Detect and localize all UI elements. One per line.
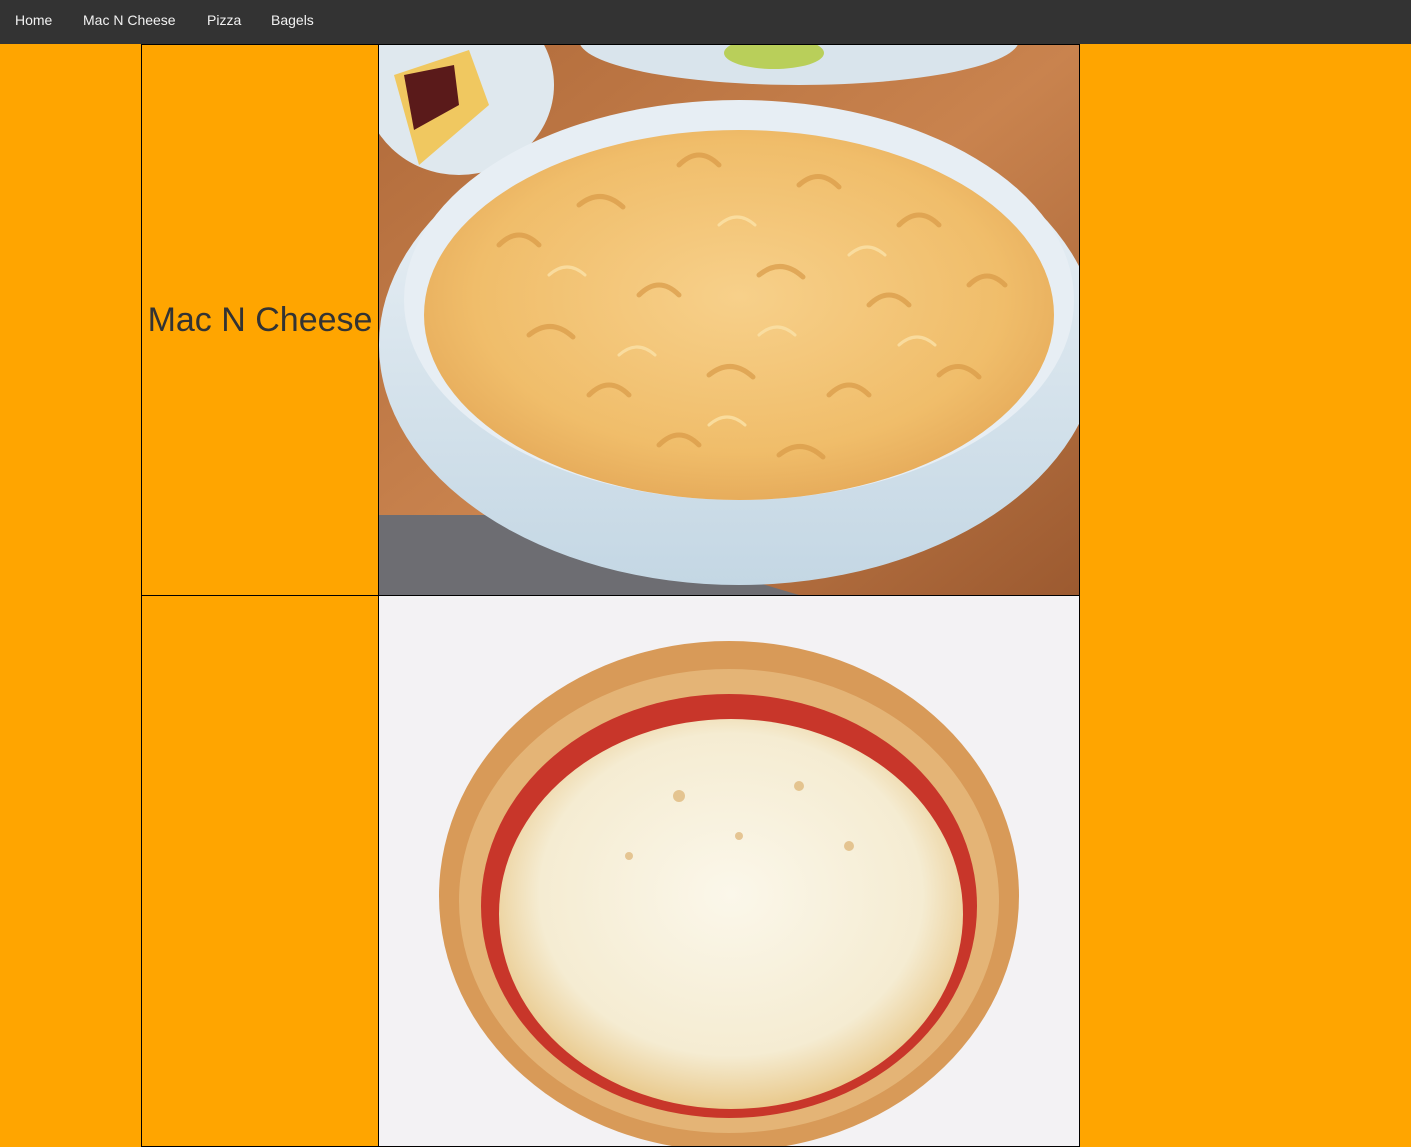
food-image-cell xyxy=(378,595,1080,1147)
nav-link-bagels[interactable]: Bagels xyxy=(271,12,314,28)
food-image-cell xyxy=(378,44,1080,596)
mac-n-cheese-image xyxy=(379,45,1079,595)
pizza-image xyxy=(379,596,1079,1146)
table-row: Mac N Cheese xyxy=(141,44,1080,596)
top-navigation-bar: Home Mac N Cheese Pizza Bagels xyxy=(0,0,1411,44)
nav-link-mac-n-cheese[interactable]: Mac N Cheese xyxy=(83,12,176,28)
food-name-mac-n-cheese: Mac N Cheese xyxy=(147,300,373,339)
food-table: Mac N Cheese xyxy=(141,44,1080,1147)
food-name-cell: Mac N Cheese xyxy=(141,44,379,596)
food-name-cell xyxy=(141,595,379,1147)
nav-link-home[interactable]: Home xyxy=(15,12,52,28)
table-row xyxy=(141,595,1080,1147)
nav-link-pizza[interactable]: Pizza xyxy=(207,12,241,28)
